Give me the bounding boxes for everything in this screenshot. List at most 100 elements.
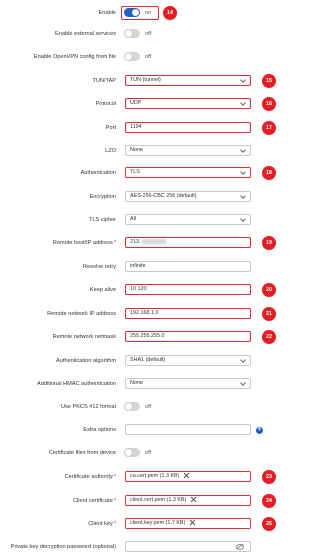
ca-file[interactable]: ca.cert.pem (1.3 KB) bbox=[125, 471, 251, 482]
chevron-down-icon bbox=[240, 193, 246, 199]
client-cert-row: Client certificate* client.cert.pem (1.3… bbox=[0, 494, 300, 508]
chevron-down-icon bbox=[240, 380, 246, 386]
tun-tap-label: TUN/TAP bbox=[92, 78, 116, 84]
port-row: Port 1194 17 bbox=[0, 121, 300, 135]
openvpn-file-label: Enable OpenVPN config from file bbox=[33, 54, 116, 60]
remote-netmask-row: Remote network netmask 255.255.255.0 22 bbox=[0, 330, 300, 344]
enable-label: Enable bbox=[98, 10, 116, 16]
enable-row: Enable on 14 bbox=[0, 6, 300, 20]
remote-host-row: Remote host/IP address* 213. 19 bbox=[0, 236, 300, 250]
client-cert-file[interactable]: client.cert.pem (1.3 KB) bbox=[125, 495, 251, 506]
tls-cipher-select[interactable]: All bbox=[125, 214, 251, 225]
remote-network-ip-label: Remote network IP address bbox=[47, 311, 116, 317]
step-badge-24: 24 bbox=[262, 494, 276, 508]
pkcs12-toggle[interactable] bbox=[124, 402, 140, 411]
eye-slash-icon[interactable] bbox=[236, 544, 244, 550]
auth-algorithm-select[interactable]: SHA1 (default) bbox=[125, 355, 251, 366]
external-services-state: off bbox=[145, 31, 152, 37]
remote-netmask-label: Remote network netmask bbox=[52, 334, 116, 340]
step-badge-15: 15 bbox=[262, 74, 276, 88]
lzo-row: LZO None bbox=[0, 144, 300, 158]
client-key-filename: client.key.pem (1.7 KB) bbox=[130, 520, 186, 526]
step-badge-17: 17 bbox=[262, 121, 276, 135]
remote-host-label: Remote host/IP address* bbox=[52, 240, 116, 246]
client-cert-label: Client certificate* bbox=[73, 498, 116, 504]
authentication-row: Authentication TLS 18 bbox=[0, 166, 300, 180]
chevron-down-icon bbox=[240, 100, 246, 106]
cert-from-device-state: off bbox=[145, 450, 152, 456]
hmac-label: Additional HMAC authentication bbox=[37, 381, 116, 387]
encryption-select[interactable]: AES-256-CBC 256 (default) bbox=[125, 191, 251, 202]
step-badge-23: 23 bbox=[262, 470, 276, 484]
external-services-label: Enable external services bbox=[55, 31, 116, 37]
ca-label: Certificate authority* bbox=[64, 474, 116, 480]
tun-tap-value: TUN (tunnel) bbox=[130, 77, 161, 83]
pkcs12-state: off bbox=[145, 404, 152, 410]
encryption-row: Encryption AES-256-CBC 256 (default) bbox=[0, 190, 300, 204]
protocol-select[interactable]: UDP bbox=[125, 98, 251, 109]
resolve-retry-label: Resolve retry bbox=[83, 264, 116, 270]
hmac-select[interactable]: None bbox=[125, 378, 251, 389]
chevron-down-icon bbox=[240, 77, 246, 83]
chevron-down-icon bbox=[240, 147, 246, 153]
lzo-select[interactable]: None bbox=[125, 145, 251, 156]
tun-tap-row: TUN/TAP TUN (tunnel) 15 bbox=[0, 74, 300, 88]
port-label: Port bbox=[105, 125, 116, 131]
external-services-toggle[interactable] bbox=[124, 29, 140, 38]
resolve-retry-input[interactable]: infinite bbox=[125, 261, 251, 272]
step-badge-19: 19 bbox=[262, 236, 276, 250]
private-key-password-row: Private key decryption password (optiona… bbox=[0, 540, 300, 554]
lzo-label: LZO bbox=[105, 148, 116, 154]
step-badge-21: 21 bbox=[262, 307, 276, 321]
client-cert-filename: client.cert.pem (1.3 KB) bbox=[130, 497, 187, 503]
pkcs12-row: Use PKCS #12 format off bbox=[0, 400, 300, 414]
private-key-password-label: Private key decryption password (optiona… bbox=[10, 544, 116, 550]
extra-options-input[interactable] bbox=[125, 424, 251, 435]
step-badge-14: 14 bbox=[163, 6, 177, 20]
close-icon[interactable] bbox=[190, 497, 196, 503]
remote-netmask-input[interactable]: 255.255.255.0 bbox=[125, 331, 251, 342]
step-badge-25: 25 bbox=[262, 517, 276, 531]
close-icon[interactable] bbox=[183, 473, 189, 479]
auth-algorithm-label: Authentication algorithm bbox=[55, 358, 116, 364]
tun-tap-select[interactable]: TUN (tunnel) bbox=[125, 75, 251, 86]
keep-alive-label: Keep alive bbox=[89, 287, 116, 293]
remote-network-ip-row: Remote network IP address 192.168.1.0 21 bbox=[0, 307, 300, 321]
add-option-icon[interactable]: + bbox=[256, 427, 263, 434]
keep-alive-row: Keep alive 10 120 20 bbox=[0, 283, 300, 297]
port-input[interactable]: 1194 bbox=[125, 122, 251, 133]
cert-from-device-toggle[interactable] bbox=[124, 448, 140, 457]
client-key-file[interactable]: client.key.pem (1.7 KB) bbox=[125, 518, 251, 529]
encryption-label: Encryption bbox=[89, 194, 116, 200]
encryption-value: AES-256-CBC 256 (default) bbox=[130, 193, 197, 199]
enable-state: on bbox=[145, 10, 152, 16]
hmac-value: None bbox=[130, 380, 143, 386]
openvpn-file-toggle[interactable] bbox=[124, 52, 140, 61]
enable-toggle[interactable] bbox=[124, 8, 140, 17]
openvpn-file-row: Enable OpenVPN config from file off bbox=[0, 50, 300, 64]
protocol-label: Protocol bbox=[95, 101, 116, 107]
ca-row: Certificate authority* ca.cert.pem (1.3 … bbox=[0, 470, 300, 484]
remote-network-ip-input[interactable]: 192.168.1.0 bbox=[125, 308, 251, 319]
step-badge-20: 20 bbox=[262, 283, 276, 297]
private-key-password-input[interactable] bbox=[125, 541, 251, 552]
auth-algorithm-value: SHA1 (default) bbox=[130, 357, 166, 363]
step-badge-16: 16 bbox=[262, 97, 276, 111]
client-key-row: Client key* client.key.pem (1.7 KB) 25 bbox=[0, 517, 300, 531]
ca-filename: ca.cert.pem (1.3 KB) bbox=[130, 473, 180, 479]
keep-alive-input[interactable]: 10 120 bbox=[125, 284, 251, 295]
redacted-blur bbox=[141, 239, 166, 245]
tls-cipher-label: TLS cipher bbox=[88, 217, 116, 223]
chevron-down-icon bbox=[240, 216, 246, 222]
client-key-label: Client key* bbox=[88, 521, 116, 527]
remote-host-input[interactable]: 213. bbox=[125, 237, 251, 248]
protocol-value: UDP bbox=[130, 100, 142, 106]
extra-options-row: Extra options + bbox=[0, 423, 300, 437]
close-icon[interactable] bbox=[189, 520, 195, 526]
protocol-row: Protocol UDP 16 bbox=[0, 97, 300, 111]
extra-options-label: Extra options bbox=[83, 427, 116, 433]
hmac-row: Additional HMAC authentication None bbox=[0, 377, 300, 391]
tls-cipher-row: TLS cipher All bbox=[0, 213, 300, 227]
auth-algorithm-row: Authentication algorithm SHA1 (default) bbox=[0, 354, 300, 368]
authentication-select[interactable]: TLS bbox=[125, 167, 251, 178]
